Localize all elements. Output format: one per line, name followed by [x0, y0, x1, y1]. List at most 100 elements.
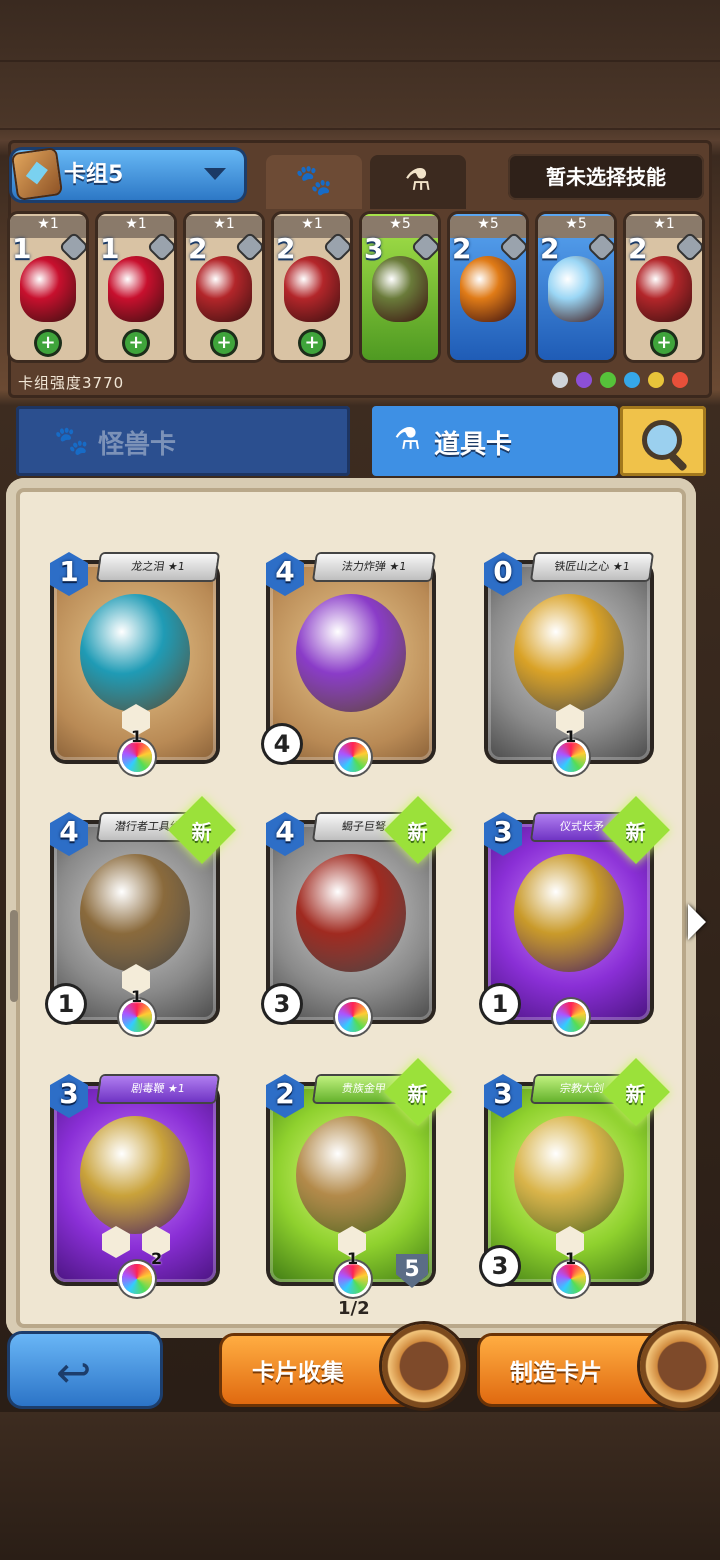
item-card[interactable]: 法力炸弹 ★1 4 4	[264, 548, 434, 772]
deck-power: 卡组强度3770	[18, 374, 125, 392]
stat-value: 2	[151, 1249, 163, 1268]
hexagon-icon	[501, 234, 526, 260]
red-type-icon	[672, 372, 688, 388]
purple-type-icon	[576, 372, 592, 388]
armor-shield: 5	[396, 1254, 428, 1288]
rainbow-gem-icon	[556, 1264, 586, 1294]
deck-slot-card[interactable]: ★1 2 +	[186, 214, 262, 360]
deck-slot-card[interactable]: ★5 2	[450, 214, 526, 360]
tab-item-label: 道具卡	[434, 430, 513, 460]
plus-icon[interactable]: +	[125, 332, 147, 354]
card-cost: 1	[59, 555, 79, 588]
blue-type-icon	[624, 372, 640, 388]
new-badge-label: 新	[625, 1081, 646, 1106]
deck-slot-card[interactable]: ★5 2	[538, 214, 614, 360]
card-durability: 1	[482, 986, 518, 1022]
deck-name: 卡组5	[64, 162, 124, 187]
paw-icon: 🐾	[295, 163, 333, 198]
item-card[interactable]: 仪式长矛 ★1 3 1 新	[482, 796, 670, 1032]
rope-tools-icon	[80, 854, 190, 972]
card-cost: 4	[275, 555, 295, 588]
hexagon-icon	[413, 234, 438, 260]
craft-card-button[interactable]: 制造卡片	[480, 1324, 720, 1408]
new-badge-label: 新	[191, 819, 212, 844]
new-badge-label: 新	[407, 1081, 428, 1106]
bottom-wood-bar	[0, 1412, 720, 1560]
next-page-arrow-icon[interactable]	[688, 904, 706, 940]
item-card[interactable]: 潜行者工具组 ★1 4 1 1 新	[48, 796, 236, 1032]
poison-whip-icon	[80, 1116, 190, 1234]
rainbow-gem-icon	[122, 1002, 152, 1032]
item-card[interactable]: 龙之泪 ★1 1 1	[50, 548, 218, 772]
red-potion-icon	[20, 256, 76, 322]
chevron-down-icon[interactable]	[204, 168, 226, 180]
potion-icon: ⚗	[404, 163, 432, 198]
plus-icon[interactable]: +	[37, 332, 59, 354]
deck-slot-card[interactable]: ★1 2 +	[626, 214, 702, 360]
blood-vial-amulet-icon	[284, 256, 340, 322]
card-name: 法力炸弹 ★1	[314, 554, 434, 580]
red-potion-icon	[108, 256, 164, 322]
card-cost: 2	[275, 1077, 295, 1110]
deck-slot-card[interactable]: ★1 1 +	[98, 214, 174, 360]
craft-card-label: 制造卡片	[510, 1360, 602, 1386]
card-cost: 3	[493, 815, 513, 848]
item-card[interactable]: 贵族金甲 ★1 2 1 5 新	[266, 1058, 452, 1294]
search-button[interactable]	[620, 406, 706, 476]
slot-cost: 2	[188, 232, 208, 265]
stat-value: 1	[347, 1249, 359, 1268]
stat-value: 1	[565, 727, 577, 746]
stat-value: 1	[131, 727, 143, 746]
slot-cost: 2	[276, 232, 296, 265]
item-card[interactable]: 蝎子巨弩 ★1 4 3 新	[264, 796, 452, 1032]
plus-icon[interactable]: +	[301, 332, 323, 354]
search-icon-handle	[668, 452, 688, 472]
slot-cost: 2	[452, 232, 472, 265]
orange-shield-icon	[460, 256, 516, 322]
plus-icon[interactable]: +	[213, 332, 235, 354]
purple-bomb-icon	[296, 594, 406, 712]
tab-monster-skills[interactable]: 🐾	[266, 155, 362, 209]
item-card[interactable]: 剧毒鞭 ★1 3 2	[50, 1070, 218, 1294]
gold-armor-icon	[296, 1116, 406, 1234]
teal-egg-icon	[80, 594, 190, 712]
deck-book-icon	[13, 149, 61, 199]
tab-item-skills[interactable]: ⚗	[370, 155, 466, 209]
blood-vial-amulet-icon	[196, 256, 252, 322]
card-collection-button[interactable]: 卡片收集	[222, 1324, 466, 1408]
card-collection-label: 卡片收集	[252, 1360, 344, 1386]
hexagon-icon	[61, 234, 86, 260]
card-durability: 4	[264, 726, 300, 762]
slot-cost: 2	[540, 232, 560, 265]
gray-type-icon	[552, 372, 568, 388]
back-button[interactable]: ↩	[10, 1334, 160, 1406]
card-name: 剧毒鞭 ★1	[98, 1076, 218, 1102]
deck-slot-card[interactable]: ★1 2 +	[274, 214, 350, 360]
plus-icon[interactable]: +	[653, 332, 675, 354]
paw-icon: 🐾	[54, 424, 89, 457]
item-card[interactable]: 宗教大剑 ★1 3 1 3 新	[482, 1058, 670, 1294]
crossbow-icon	[296, 854, 406, 972]
card-name: 龙之泪 ★1	[98, 554, 218, 580]
deck-slots: ★1 1 + ★1 1 + ★1 2 + ★1 2 + ★5 3 ★5 2 ★5 2 ★1 2 +	[10, 214, 710, 364]
rainbow-gem-icon	[338, 1264, 368, 1294]
slot-cost: 1	[100, 232, 120, 265]
holy-sword-icon	[514, 1116, 624, 1234]
deck-slot-card[interactable]: ★5 3	[362, 214, 438, 360]
deck-type-icons	[552, 370, 702, 390]
gold-medallion-icon	[514, 594, 624, 712]
scrollbar[interactable]	[10, 910, 18, 1002]
card-cost: 3	[59, 1077, 79, 1110]
deck-selector[interactable]: 卡组5	[12, 149, 244, 200]
tab-monster-cards[interactable]: 🐾 怪兽卡	[16, 406, 350, 476]
skill-select-button[interactable]: 暂未选择技能	[508, 154, 704, 200]
hexagon-icon	[589, 234, 614, 260]
deck-slot-card[interactable]: ★1 1 +	[10, 214, 86, 360]
item-card[interactable]: 铁匠山之心 ★1 0 1	[484, 548, 652, 772]
hexagon-icon	[325, 234, 350, 260]
slot-cost: 2	[628, 232, 648, 265]
tab-item-cards[interactable]: ⚗ 道具卡	[372, 406, 618, 476]
ice-dress-icon	[548, 256, 604, 322]
trident-icon	[514, 854, 624, 972]
card-cost: 0	[493, 555, 513, 588]
